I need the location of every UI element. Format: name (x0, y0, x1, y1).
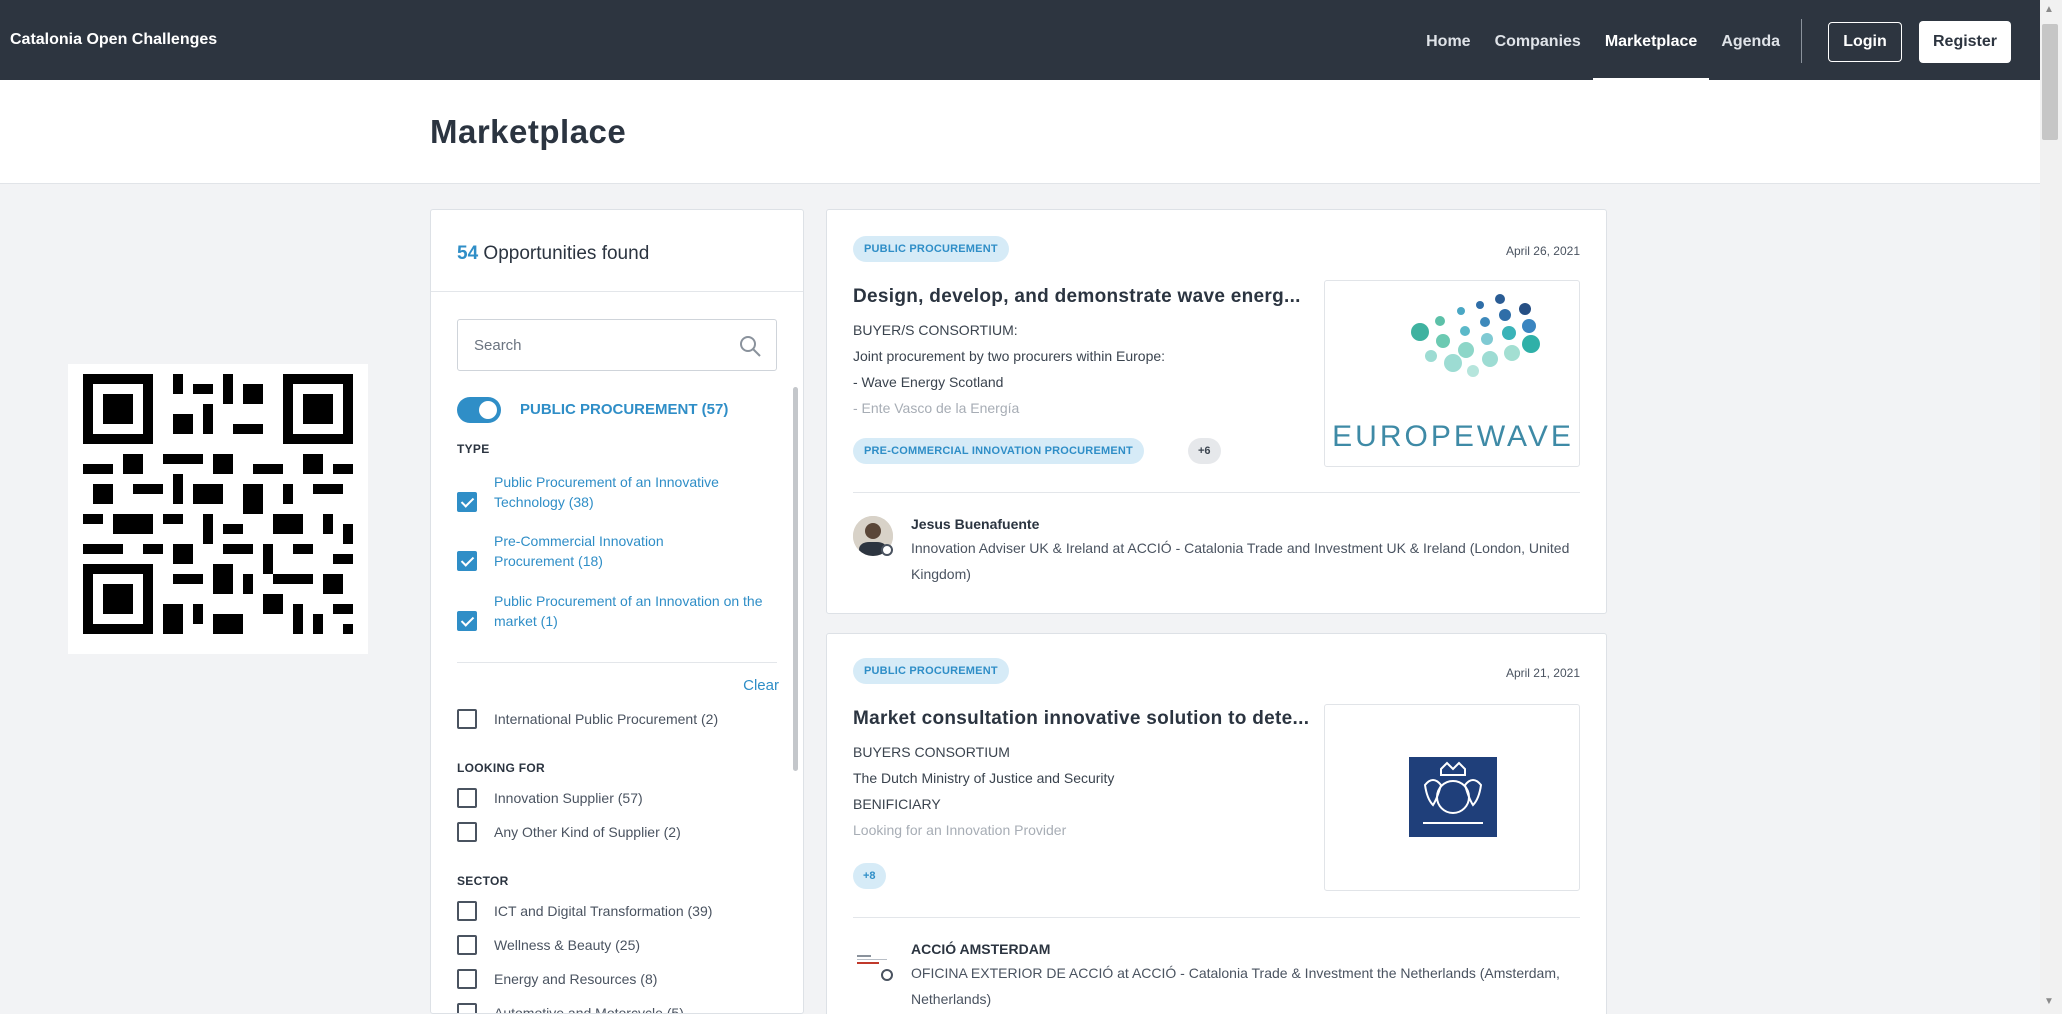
sector-heading: SECTOR (457, 874, 509, 888)
contact-name[interactable]: Jesus Buenafuente (911, 516, 1039, 532)
filter-option[interactable]: Public Procurement of an Innovative Tech… (457, 472, 787, 512)
more-tags-badge[interactable]: +6 (1188, 438, 1221, 464)
nav-marketplace[interactable]: Marketplace (1592, 0, 1710, 80)
clear-filters-link[interactable]: Clear (743, 677, 779, 694)
scroll-up-arrow-icon[interactable]: ▲ (2044, 4, 2054, 15)
card-date: April 21, 2021 (1505, 666, 1580, 680)
more-tags-badge[interactable]: +8 (853, 863, 886, 889)
description-line: Joint procurement by two procurers withi… (853, 348, 1166, 364)
toggle-label: PUBLIC PROCUREMENT (57) (520, 401, 729, 418)
filter-panel: 54 Opportunities found PUBLIC PROCUREMEN… (430, 209, 804, 1014)
nav-agenda[interactable]: Agenda (1709, 0, 1792, 80)
filter-scrollbar[interactable] (793, 387, 798, 771)
filter-option[interactable]: Energy and Resources (8) (457, 969, 787, 989)
filter-option-label: International Public Procurement (2) (494, 711, 719, 727)
divider (457, 662, 777, 663)
qr-code (68, 364, 368, 654)
filter-option-label: Innovation Supplier (57) (494, 790, 643, 806)
results-count-label: Opportunities found (483, 243, 650, 264)
filter-option[interactable]: Wellness & Beauty (25) (457, 935, 787, 955)
main-nav: Home Companies Marketplace Agenda (1414, 0, 1792, 80)
checkbox[interactable] (457, 969, 477, 989)
filter-option-label: Energy and Resources (8) (494, 971, 658, 987)
checkbox[interactable] (457, 492, 477, 512)
contact-role: Innovation Adviser UK & Ireland at ACCIÓ… (911, 540, 1570, 582)
filter-option-label: Wellness & Beauty (25) (494, 937, 641, 953)
public-procurement-toggle[interactable] (457, 397, 501, 423)
logo-text: EUROPEWAVE (1332, 420, 1574, 453)
scroll-down-arrow-icon[interactable]: ▼ (2044, 996, 2054, 1007)
description-line: - Ente Vasco de la Energía (853, 400, 1020, 416)
filter-option[interactable]: ICT and Digital Transformation (39) (457, 901, 787, 921)
category-tag: PUBLIC PROCUREMENT (853, 236, 1009, 262)
filter-option[interactable]: Pre-Commercial Innovation Procurement (1… (457, 531, 787, 571)
nav-companies[interactable]: Companies (1483, 0, 1593, 80)
description-line: BENIFICIARY (853, 796, 941, 812)
search-box (457, 319, 777, 371)
nav-home[interactable]: Home (1414, 0, 1482, 80)
page-scrollbar-thumb[interactable] (2042, 24, 2058, 140)
checkbox[interactable] (457, 1003, 477, 1013)
top-navbar: Catalonia Open Challenges Home Companies… (0, 0, 2040, 80)
looking-for-heading: LOOKING FOR (457, 761, 545, 775)
nav-divider (1801, 19, 1802, 63)
filter-option-label: Public Procurement of an Innovation on t… (494, 593, 763, 629)
checkbox[interactable] (457, 935, 477, 955)
category-tag: PUBLIC PROCUREMENT (853, 658, 1009, 684)
checkbox[interactable] (457, 822, 477, 842)
filter-option-label: Any Other Kind of Supplier (2) (494, 824, 681, 840)
results-count: 54 Opportunities found (431, 210, 803, 292)
card-image (1324, 704, 1580, 891)
opportunity-card[interactable]: PUBLIC PROCUREMENT April 21, 2021 Market… (826, 633, 1607, 1014)
filter-option-label: Automotive and Motorcycle (5) (494, 1005, 684, 1014)
contact-role: OFICINA EXTERIOR DE ACCIÓ at ACCIÓ - Cat… (911, 965, 1560, 1007)
page-title: Marketplace (430, 113, 627, 150)
search-input[interactable] (458, 320, 728, 370)
description-line: BUYERS CONSORTIUM (853, 744, 1010, 760)
filter-option[interactable]: Innovation Supplier (57) (457, 788, 787, 808)
card-description: BUYER/S CONSORTIUM: Joint procurement by… (853, 317, 1293, 421)
status-dot-icon (881, 969, 893, 981)
checkbox[interactable] (457, 551, 477, 571)
description-line: Looking for an Innovation Provider (853, 822, 1067, 838)
register-button[interactable]: Register (1919, 21, 2011, 63)
search-icon[interactable] (738, 334, 762, 358)
card-title[interactable]: Design, develop, and demonstrate wave en… (853, 286, 1301, 308)
opportunity-card[interactable]: PUBLIC PROCUREMENT April 26, 2021 Design… (826, 209, 1607, 614)
card-divider (853, 917, 1580, 918)
login-button[interactable]: Login (1828, 22, 1902, 62)
card-description: BUYERS CONSORTIUM The Dutch Ministry of … (853, 739, 1293, 843)
page-header (0, 80, 2040, 184)
card-image: EUROPEWAVE (1324, 280, 1580, 467)
description-line: BUYER/S CONSORTIUM: (853, 322, 1018, 338)
filter-option[interactable]: Public Procurement of an Innovation on t… (457, 591, 787, 631)
card-date: April 26, 2021 (1505, 244, 1580, 258)
card-divider (853, 492, 1580, 493)
checkbox[interactable] (457, 901, 477, 921)
filter-option-label: Public Procurement of an Innovative Tech… (494, 474, 719, 510)
filter-option[interactable]: Any Other Kind of Supplier (2) (457, 822, 787, 842)
checkbox[interactable] (457, 709, 477, 729)
contact-name[interactable]: ACCIÓ AMSTERDAM (911, 941, 1050, 957)
filter-option-label: ICT and Digital Transformation (39) (494, 903, 713, 919)
filter-option[interactable]: Automotive and Motorcycle (5) (457, 1003, 787, 1014)
filter-option-label: Pre-Commercial Innovation Procurement (1… (494, 533, 664, 569)
europewave-logo: EUROPEWAVE (1332, 294, 1574, 453)
filter-option[interactable]: International Public Procurement (2) (457, 709, 787, 729)
description-line: - Wave Energy Scotland (853, 374, 1004, 390)
subtype-tag: PRE-COMMERCIAL INNOVATION PROCUREMENT (853, 438, 1144, 464)
checkbox[interactable] (457, 611, 477, 631)
dutch-ministry-logo (1409, 757, 1497, 837)
type-heading: TYPE (457, 442, 490, 456)
card-title[interactable]: Market consultation innovative solution … (853, 708, 1309, 730)
description-line: The Dutch Ministry of Justice and Securi… (853, 770, 1115, 786)
checkbox[interactable] (457, 788, 477, 808)
brand-link[interactable]: Catalonia Open Challenges (10, 31, 217, 49)
status-dot-icon (881, 544, 893, 556)
page-scrollbar[interactable] (2040, 0, 2062, 1014)
results-count-number: 54 (457, 243, 479, 264)
